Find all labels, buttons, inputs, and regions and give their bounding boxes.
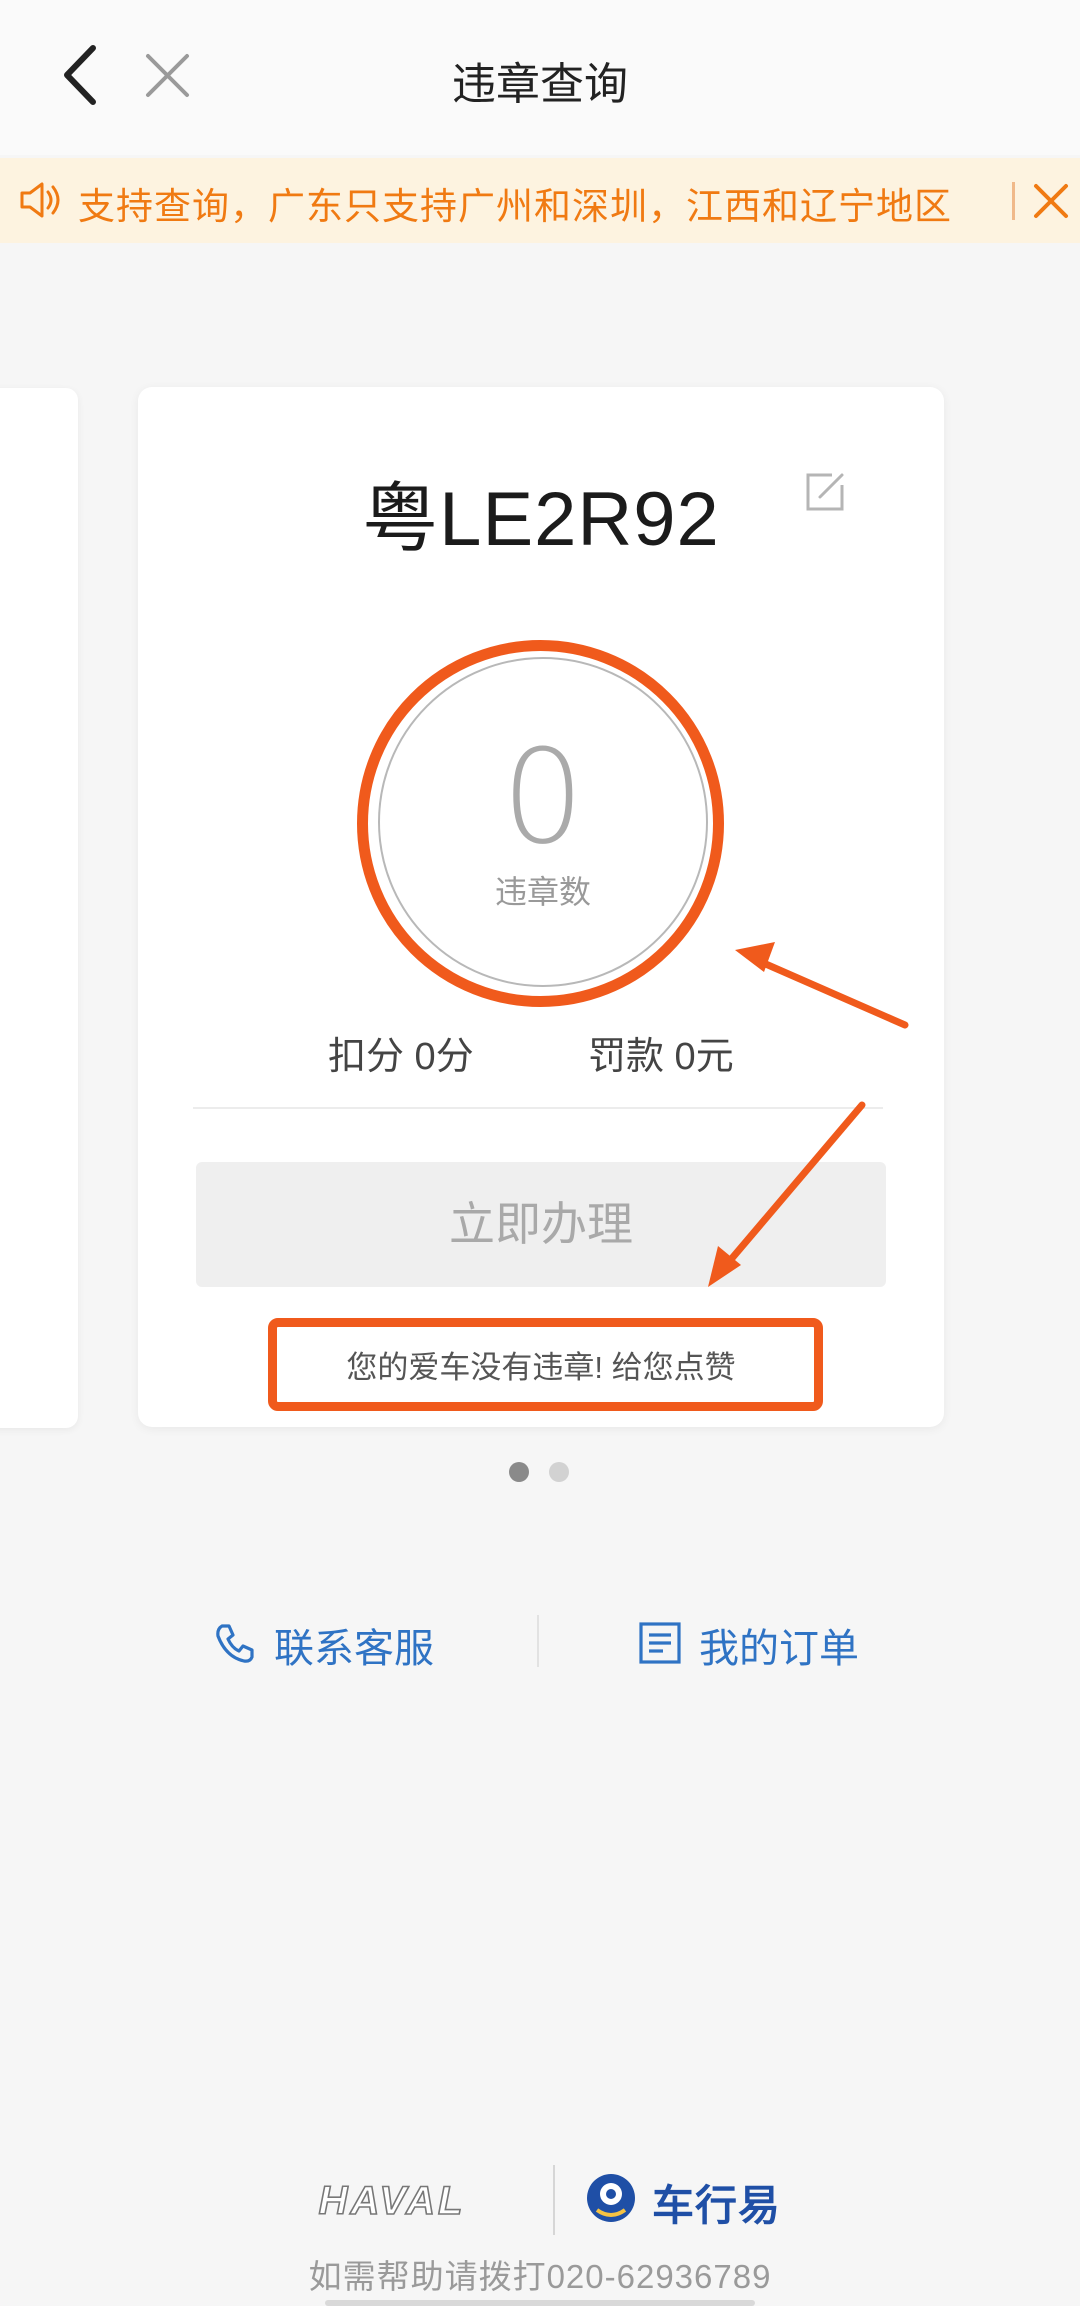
penalty-points: 扣分 0分 (328, 1036, 474, 1078)
edit-icon[interactable] (802, 469, 848, 515)
notice-text: 支持查询，广东只支持广州和深圳，江西和辽宁地区 (78, 186, 952, 227)
contact-support-label: 联系客服 (274, 1627, 434, 1671)
previous-vehicle-card[interactable] (0, 388, 78, 1428)
cxy-logo-icon (585, 2172, 637, 2224)
my-orders-link[interactable]: 我的订单 (637, 1612, 897, 1672)
page-title: 违章查询 (452, 60, 628, 109)
notice-divider (1012, 182, 1015, 220)
handle-now-button[interactable]: 立即办理 (196, 1162, 886, 1287)
haval-logo-text: HAVAL (319, 2179, 466, 2222)
card-divider (193, 1107, 883, 1109)
phone-icon (212, 1620, 258, 1666)
pagination-dot-active[interactable] (509, 1462, 529, 1482)
my-orders-label: 我的订单 (699, 1627, 859, 1671)
document-icon (637, 1620, 683, 1666)
speaker-icon (18, 180, 64, 220)
footer-divider (553, 2165, 555, 2235)
help-hotline: 如需帮助请拨打020-62936789 (308, 2258, 772, 2295)
annotation-box (268, 1318, 823, 1411)
top-nav-bar: 违章查询 (0, 0, 1080, 155)
haval-logo: HAVAL (262, 2178, 522, 2224)
pagination-dot[interactable] (549, 1462, 569, 1482)
links-divider (537, 1615, 539, 1667)
annotation-circle (357, 640, 724, 1007)
cxy-brand-name: 车行易 (652, 2182, 782, 2229)
home-indicator[interactable] (325, 2300, 755, 2306)
close-icon[interactable] (1028, 178, 1074, 224)
contact-support-link[interactable]: 联系客服 (212, 1612, 482, 1672)
notice-banner: 支持查询，广东只支持广州和深圳，江西和辽宁地区 (0, 158, 1080, 243)
fine-amount: 罚款 0元 (588, 1036, 734, 1078)
